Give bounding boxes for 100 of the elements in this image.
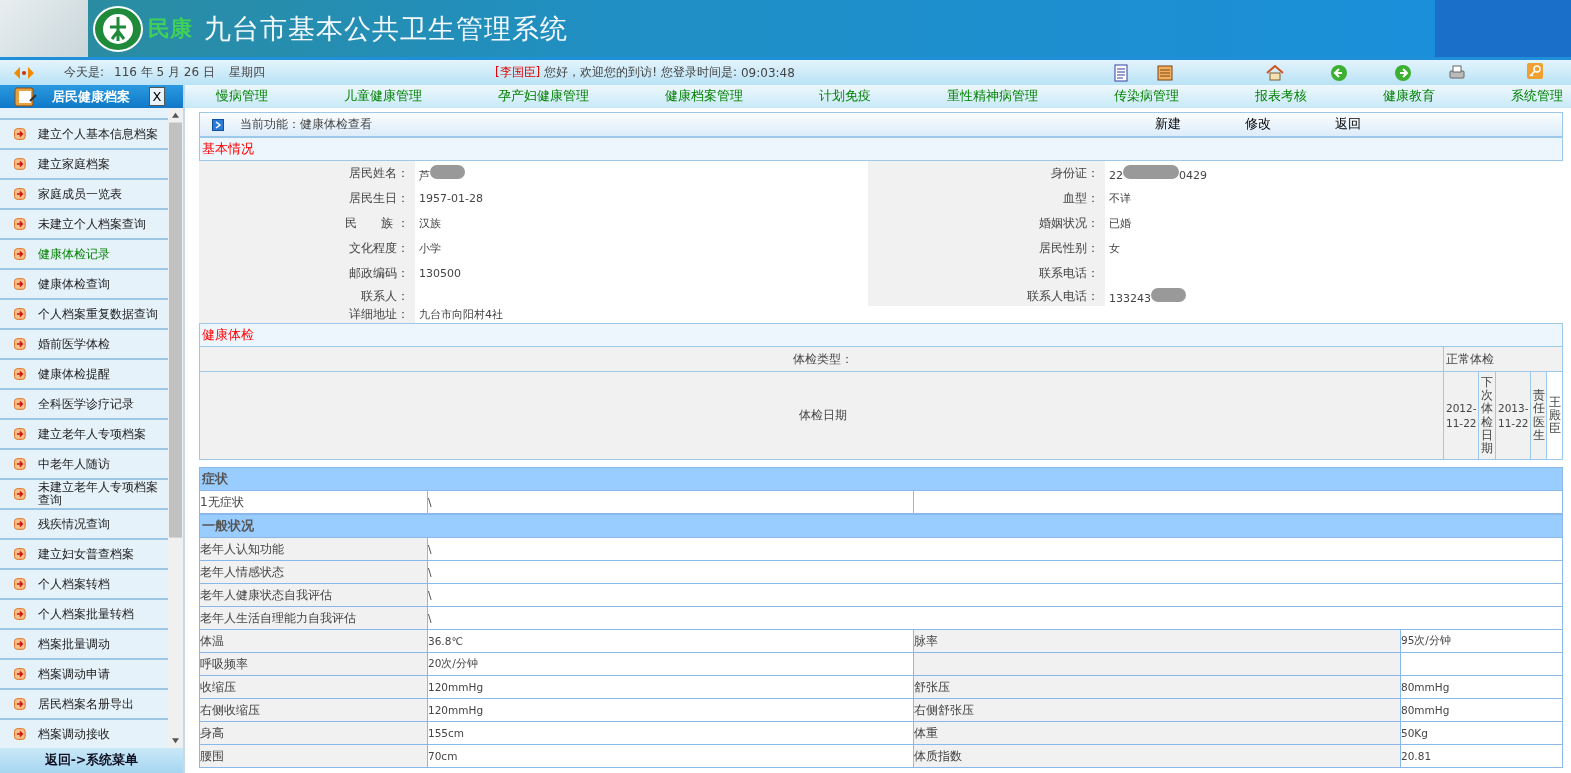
- table-cell: 95次/分钟: [1401, 630, 1563, 652]
- arrow-icon: [14, 488, 26, 500]
- date-text: 116 年 5 月 26 日: [114, 64, 215, 81]
- field-label: 婚姻状况：: [1039, 215, 1100, 232]
- printer-icon[interactable]: [1447, 63, 1466, 82]
- field-value: 汉族: [418, 216, 441, 231]
- nav-link[interactable]: 孕产妇健康管理: [498, 88, 589, 105]
- field-label: 联系人电话：: [1027, 287, 1100, 305]
- current-function-text: 当前功能：健康体检查看: [240, 116, 372, 133]
- back-icon[interactable]: [1329, 63, 1348, 82]
- weekday-text: 星期四: [228, 64, 265, 81]
- table-cell: 老年人生活自理能力自我评估: [200, 607, 428, 629]
- forward-icon[interactable]: [1393, 63, 1412, 82]
- table-cell: 身高: [200, 722, 428, 744]
- field-value: 小学: [418, 241, 441, 256]
- field-label: 居民性别：: [1039, 240, 1100, 257]
- arrow-icon: [14, 308, 26, 320]
- section-title: 症状: [201, 470, 228, 488]
- table-cell: \: [428, 538, 1563, 560]
- field-label: 身份证：: [1051, 165, 1100, 182]
- nav-link[interactable]: 计划免疫: [819, 88, 871, 105]
- field-value: 133243: [1105, 287, 1186, 305]
- field-label: 邮政编码：: [349, 265, 410, 282]
- app-title: 九台市基本公共卫生管理系统: [204, 11, 568, 46]
- notepad-icon[interactable]: [1155, 63, 1174, 82]
- action-link[interactable]: 新建: [1155, 116, 1245, 133]
- table-cell: 正常体检: [1444, 347, 1563, 371]
- field-value: 22 0429: [1105, 165, 1207, 182]
- nav-link[interactable]: 系统管理: [1511, 88, 1563, 105]
- table-cell: 腰围: [200, 745, 428, 767]
- table-cell: 体温: [200, 630, 428, 652]
- nav-link[interactable]: 儿童健康管理: [344, 88, 422, 105]
- table-cell: 体重: [914, 722, 1401, 744]
- greeting-text: 您好，欢迎您的到访! 您登录时间是:: [544, 64, 737, 81]
- arrow-icon: [14, 188, 26, 200]
- arrow-icon: [14, 518, 26, 530]
- next-exam-date: 2013-11-22: [1498, 400, 1530, 431]
- table-cell: 老年人认知功能: [200, 538, 428, 560]
- field-value: 不详: [1108, 191, 1131, 206]
- arrow-icon: [14, 458, 26, 470]
- logo-icon: [92, 4, 144, 53]
- home-icon[interactable]: [1265, 63, 1284, 82]
- arrows-icon[interactable]: [14, 66, 34, 79]
- field-value: 九台市向阳村4社: [418, 307, 503, 322]
- login-time: 09:03:48: [741, 65, 795, 80]
- table-cell: 20次/分钟: [428, 653, 914, 675]
- arrow-icon: [14, 368, 26, 380]
- field-label: 民 族 ：: [345, 215, 410, 232]
- table-cell: 体检日期: [200, 372, 1444, 459]
- arrow-icon: [14, 278, 26, 290]
- field-value: 已婚: [1108, 216, 1131, 231]
- nav-link[interactable]: 健康档案管理: [665, 88, 743, 105]
- action-link[interactable]: 修改: [1245, 116, 1335, 133]
- arrow-icon: [14, 338, 26, 350]
- table-cell: 体质指数: [914, 745, 1401, 767]
- section-title: 一般状况: [201, 517, 254, 535]
- table-cell: 收缩压: [200, 676, 428, 698]
- date-label: 今天是:: [64, 64, 105, 81]
- table-cell: 体检类型：: [200, 347, 1444, 371]
- arrow-icon: [14, 728, 26, 740]
- field-label: 联系电话：: [1039, 265, 1100, 282]
- table-cell: 20.81: [1401, 745, 1563, 767]
- table-cell: 右侧收缩压: [200, 699, 428, 721]
- arrow-icon: [14, 578, 26, 590]
- document-icon[interactable]: [1111, 63, 1130, 82]
- nav-link[interactable]: 报表考核: [1255, 88, 1307, 105]
- table-cell: 80mmHg: [1401, 676, 1563, 698]
- field-label: 血型：: [1063, 190, 1100, 207]
- logo-text: 民康: [148, 14, 192, 43]
- nav-link[interactable]: 健康教育: [1383, 88, 1435, 105]
- table-cell: 舒张压: [914, 676, 1401, 698]
- table-cell: 120mmHg: [428, 676, 914, 698]
- nav-link[interactable]: 传染病管理: [1114, 88, 1179, 105]
- nav-link[interactable]: 慢病管理: [216, 88, 268, 105]
- table-cell: 80mmHg: [1401, 699, 1563, 721]
- arrow-icon: [14, 128, 26, 140]
- table-cell: 120mmHg: [428, 699, 914, 721]
- section-title: 基本情况: [202, 140, 254, 158]
- scrollbar[interactable]: [168, 108, 183, 748]
- arrow-icon: [14, 158, 26, 170]
- action-link[interactable]: 返回: [1335, 116, 1425, 133]
- table-cell: 50Kg: [1401, 722, 1563, 744]
- field-value: 130500: [418, 267, 461, 280]
- nav-link[interactable]: 重性精神病管理: [947, 88, 1038, 105]
- field-label: 详细地址：: [349, 306, 410, 323]
- arrow-icon: [14, 698, 26, 710]
- table-cell: 155cm: [428, 722, 914, 744]
- exam-date: 2012-11-22: [1446, 400, 1478, 431]
- close-button[interactable]: X: [149, 87, 165, 106]
- arrow-icon: [14, 668, 26, 680]
- key-icon[interactable]: [1525, 62, 1544, 80]
- arrow-icon: [14, 398, 26, 410]
- field-value: 女: [1108, 241, 1120, 256]
- field-label: 文化程度：: [349, 240, 410, 257]
- arrow-icon: [14, 428, 26, 440]
- arrow-icon: [14, 218, 26, 230]
- table-cell: 脉率: [914, 630, 1401, 652]
- arrow-icon: [14, 608, 26, 620]
- notebook-icon: [14, 86, 38, 107]
- back-to-menu-button[interactable]: 返回->系统菜单: [0, 748, 183, 773]
